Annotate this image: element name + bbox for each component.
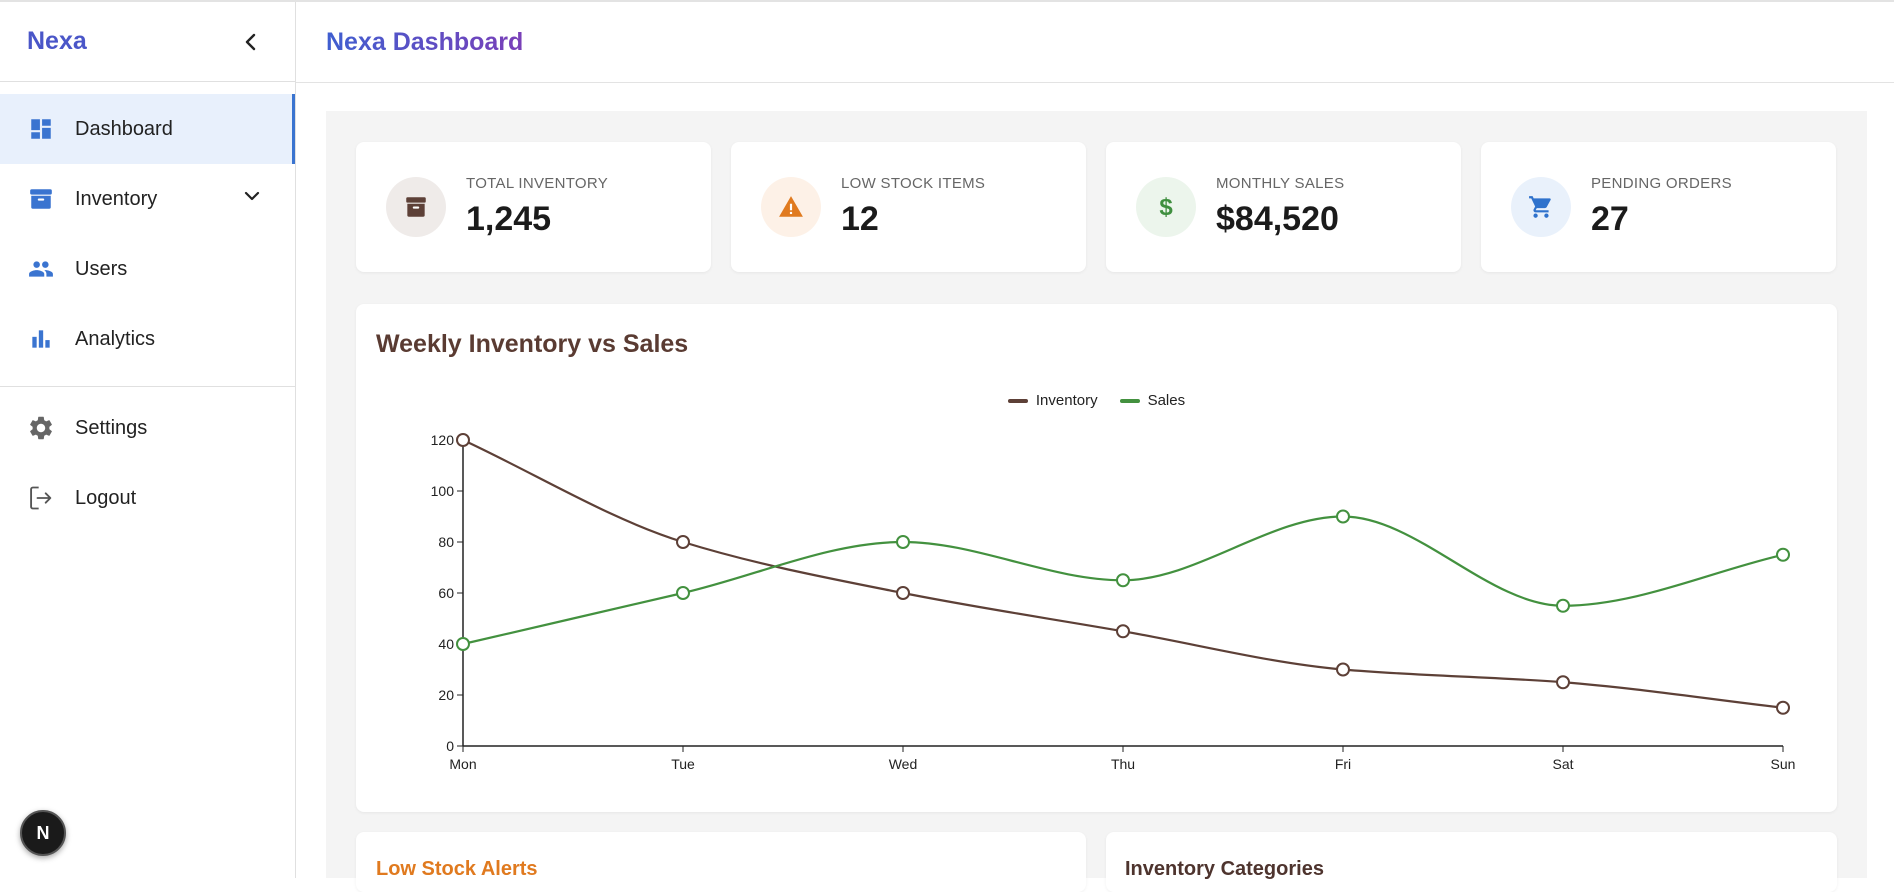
- inventory-categories-card: Inventory Categories: [1106, 832, 1837, 892]
- sidebar: Nexa Dashboard Inventory Users Analytics…: [0, 2, 296, 878]
- stat-label: TOTAL INVENTORY: [466, 175, 609, 192]
- stat-card-low-stock: LOW STOCK ITEMS 12: [731, 142, 1086, 272]
- dollar-icon: $: [1136, 177, 1196, 237]
- x-tick-label: Mon: [449, 756, 476, 772]
- data-point-sales: [676, 586, 690, 600]
- sidebar-item-label: Analytics: [75, 327, 156, 350]
- nextjs-dev-badge[interactable]: N: [20, 810, 66, 856]
- logout-icon: [27, 484, 55, 512]
- cart-icon: [1511, 177, 1571, 237]
- sidebar-header: Nexa: [0, 2, 295, 82]
- data-point-sales: [1116, 573, 1130, 588]
- sidebar-item-users[interactable]: Users: [0, 234, 295, 304]
- data-point-sales: [456, 637, 470, 651]
- data-point-sales: [1556, 598, 1570, 613]
- chevron-down-icon[interactable]: [243, 187, 261, 205]
- x-tick-label: Wed: [889, 756, 918, 772]
- x-tick-label: Fri: [1335, 756, 1351, 772]
- low-stock-alerts-card: Low Stock Alerts: [356, 832, 1086, 892]
- sidebar-item-settings[interactable]: Settings: [0, 393, 295, 463]
- stat-value: 1,245: [466, 200, 552, 238]
- stat-value: $84,520: [1216, 200, 1339, 238]
- data-point-inventory: [1336, 662, 1350, 677]
- sidebar-item-inventory[interactable]: Inventory: [0, 164, 295, 234]
- data-point-inventory: [896, 586, 910, 600]
- stat-value: 12: [841, 200, 879, 238]
- data-point-inventory: [456, 433, 470, 447]
- sidebar-item-label: Logout: [75, 486, 137, 509]
- page-title: Nexa Dashboard: [326, 27, 524, 56]
- archive-icon: [386, 177, 446, 237]
- y-tick-label: 120: [431, 432, 455, 448]
- collapse-sidebar-button[interactable]: [239, 30, 263, 54]
- sidebar-item-label: Settings: [75, 416, 148, 439]
- weekly-chart-card: Weekly Inventory vs Sales Inventory Sale…: [356, 304, 1837, 812]
- users-icon: [27, 255, 55, 283]
- stat-value: 27: [1591, 200, 1629, 238]
- data-point-inventory: [1776, 700, 1790, 715]
- data-point-sales: [1336, 509, 1350, 524]
- stat-label: PENDING ORDERS: [1591, 175, 1732, 192]
- bar-chart-icon: [27, 325, 55, 353]
- sidebar-nav: Dashboard Inventory Users Analytics Sett…: [0, 82, 295, 533]
- y-tick-label: 40: [438, 636, 454, 652]
- chevron-left-icon: [245, 33, 256, 50]
- stat-label: LOW STOCK ITEMS: [841, 175, 986, 192]
- data-point-sales: [896, 535, 910, 549]
- sidebar-item-logout[interactable]: Logout: [0, 463, 295, 533]
- sidebar-item-analytics[interactable]: Analytics: [0, 304, 295, 374]
- stat-card-pending-orders: PENDING ORDERS 27: [1481, 142, 1836, 272]
- x-tick-label: Tue: [671, 756, 695, 772]
- svg-text:$: $: [1159, 194, 1173, 221]
- y-tick-label: 0: [446, 738, 454, 754]
- warning-icon: [761, 177, 821, 237]
- stat-label: MONTHLY SALES: [1216, 175, 1345, 192]
- sidebar-item-label: Dashboard: [75, 117, 173, 140]
- y-tick-label: 100: [431, 483, 455, 499]
- x-tick-label: Thu: [1111, 756, 1135, 772]
- stat-card-monthly-sales: $ MONTHLY SALES $84,520: [1106, 142, 1461, 272]
- inventory-box-icon: [27, 185, 55, 213]
- sidebar-item-label: Users: [75, 257, 128, 280]
- brand-logo[interactable]: Nexa: [27, 27, 87, 56]
- y-tick-label: 60: [438, 585, 454, 601]
- sidebar-item-dashboard[interactable]: Dashboard: [0, 94, 295, 164]
- dashboard-icon: [27, 115, 55, 143]
- stat-card-total-inventory: TOTAL INVENTORY 1,245: [356, 142, 711, 272]
- data-point-sales: [1776, 547, 1790, 562]
- sidebar-item-label: Inventory: [75, 187, 158, 210]
- sidebar-divider: [0, 386, 295, 387]
- x-tick-label: Sun: [1771, 756, 1796, 772]
- y-tick-label: 20: [438, 687, 454, 703]
- data-point-inventory: [1116, 624, 1130, 639]
- x-tick-label: Sat: [1552, 756, 1573, 772]
- y-tick-label: 80: [438, 534, 454, 550]
- gear-icon: [27, 414, 55, 442]
- data-point-inventory: [1556, 675, 1570, 690]
- main-content: TOTAL INVENTORY 1,245 LOW STOCK ITEMS 12…: [326, 111, 1867, 892]
- top-header: Nexa Dashboard: [296, 2, 1894, 83]
- line-chart: 0 20 40 60 80 100 120 Mon Tue Wed Thu Fri Sat Sun: [431, 432, 1796, 772]
- data-point-inventory: [676, 535, 690, 549]
